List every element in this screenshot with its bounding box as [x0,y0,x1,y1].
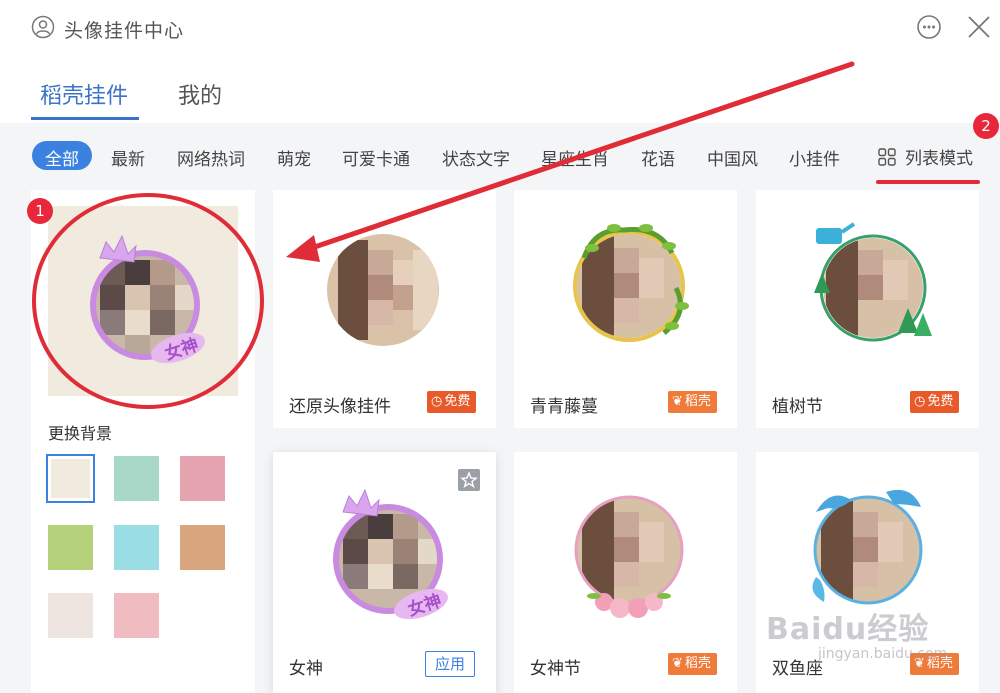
bg-swatch-green[interactable] [48,525,93,570]
bg-swatch-cyan[interactable] [114,525,159,570]
category-cute-cartoon[interactable]: 可爱卡通 [342,145,410,170]
pendant-preview-image [574,495,684,618]
pendant-card[interactable]: 女神节 ❦ 稻壳 [514,452,737,693]
pendant-card[interactable]: 植树节 ◷ 免费 [756,190,979,428]
header-bar: 头像挂件中心 稻壳挂件 我的 [0,0,1000,123]
close-icon[interactable] [966,14,992,40]
pendant-name: 植树节 [772,397,823,417]
bg-swatch-cream[interactable] [46,454,95,503]
category-all[interactable]: 全部 [32,141,92,170]
annotation-circle [32,193,264,409]
leaf-icon: ❦ [672,656,683,671]
list-mode-toggle[interactable]: 列表模式 [905,144,973,169]
annotation-badge-1: 1 [27,198,53,224]
bg-swatch-pink[interactable] [180,456,225,501]
active-tab-indicator [31,117,139,120]
baidu-watermark-url: jingyan.baidu.com [818,646,948,662]
category-small-pendants[interactable]: 小挂件 [789,145,840,170]
category-chinese-style[interactable]: 中国风 [707,145,758,170]
feedback-chat-icon[interactable] [916,14,942,40]
category-trending-words[interactable]: 网络热词 [177,145,245,170]
pendant-name: 女神节 [530,659,581,679]
change-background-label: 更换背景 [48,424,113,443]
pendant-preview-image [573,224,689,342]
bg-swatch-mint[interactable] [114,456,159,501]
pendant-name: 青青藤蔓 [530,397,598,417]
tag-label: 免费 [927,394,954,409]
docer-tag: ❦ 稻壳 [668,391,717,413]
tag-label: 免费 [444,394,471,409]
tab-docer-pendants[interactable]: 稻壳挂件 [40,78,128,110]
category-pets[interactable]: 萌宠 [277,145,311,170]
free-tag: ◷ 免费 [910,391,960,413]
user-avatar-icon [31,15,55,39]
bg-swatch-blush[interactable] [48,593,93,638]
pendant-preview-image: 女神 [333,488,448,621]
category-status-text[interactable]: 状态文字 [442,145,510,170]
pendant-preview-image [814,222,932,342]
annotation-badge-2: 2 [973,113,999,139]
leaf-icon: ❦ [672,394,683,409]
pendant-name: 还原头像挂件 [289,397,391,417]
category-flower-language[interactable]: 花语 [641,145,675,170]
pendant-card[interactable]: 还原头像挂件 ◷ 免费 [273,190,496,428]
clock-icon: ◷ [431,394,443,409]
pendant-preview-image [327,234,439,346]
clock-icon: ◷ [914,394,926,409]
bg-swatch-rose[interactable] [114,593,159,638]
apply-button[interactable]: 应用 [425,651,476,677]
annotation-underline [876,180,980,184]
tag-label: 稻壳 [684,394,711,409]
category-newest[interactable]: 最新 [111,145,145,170]
free-tag: ◷ 免费 [427,391,477,413]
tag-label: 稻壳 [684,656,711,671]
bg-swatch-tan[interactable] [180,525,225,570]
grid-list-icon[interactable] [878,148,896,166]
pendant-preview-image [812,489,923,605]
window-title: 头像挂件中心 [64,20,185,42]
docer-tag: ❦ 稻壳 [668,653,717,675]
pendant-card[interactable]: 青青藤蔓 ❦ 稻壳 [514,190,737,428]
tab-mine[interactable]: 我的 [178,78,222,110]
baidu-watermark: Baidu经验 [766,612,930,647]
pendant-card-selected[interactable]: 女神 女神 应用 [273,452,496,693]
pendant-name: 女神 [289,659,323,679]
pendant-name: 双鱼座 [772,659,823,679]
category-bar: 全部 最新 网络热词 萌宠 可爱卡通 状态文字 星座生肖 花语 中国风 小挂件 [0,123,1000,188]
category-zodiac[interactable]: 星座生肖 [541,145,609,170]
